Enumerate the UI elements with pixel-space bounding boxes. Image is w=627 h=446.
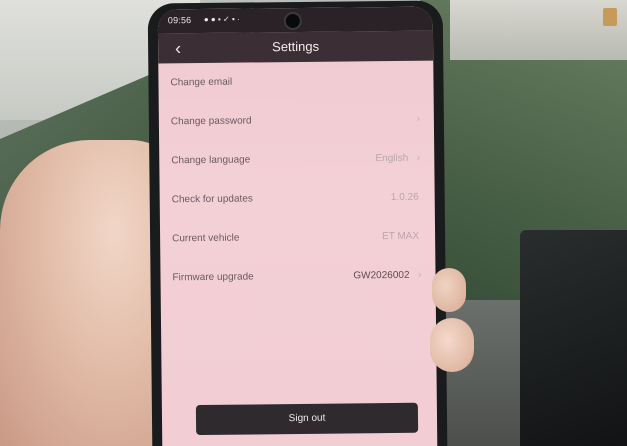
phone-screen: 09:56 ● ● ▪ ✓ ▪ · ‹ Settings Change emai… [157, 6, 438, 446]
status-time: 09:56 [167, 15, 192, 26]
settings-item-label: Change email [170, 76, 233, 89]
settings-item-value: GW2026002 [353, 269, 410, 282]
settings-item-check-updates[interactable]: Check for updates 1.0.26 [160, 178, 435, 220]
phone: 09:56 ● ● ▪ ✓ ▪ · ‹ Settings Change emai… [147, 0, 448, 446]
settings-item-label: Current vehicle [172, 232, 240, 245]
settings-item-change-language[interactable]: Change language English › [159, 139, 434, 181]
chevron-right-icon: › [416, 112, 420, 125]
settings-item-value: 1.0.26 [390, 191, 419, 204]
settings-item-current-vehicle[interactable]: Current vehicle ET MAX [160, 217, 435, 259]
background-tag [603, 8, 617, 26]
settings-item-value: English [375, 152, 409, 165]
settings-item-value: ET MAX [382, 230, 420, 243]
notification-icons: ● ● ▪ ✓ ▪ · [203, 14, 240, 24]
photo-scene: 09:56 ● ● ▪ ✓ ▪ · ‹ Settings Change emai… [0, 0, 627, 446]
settings-item-change-email[interactable]: Change email [158, 61, 433, 103]
settings-item-label: Check for updates [171, 193, 253, 206]
finger [430, 318, 474, 372]
status-bar: 09:56 ● ● ▪ ✓ ▪ · [157, 6, 433, 34]
settings-item-change-password[interactable]: Change password › [159, 100, 434, 142]
sign-out-button[interactable]: Sign out [195, 402, 419, 436]
settings-item-firmware-upgrade[interactable]: Firmware upgrade GW2026002 › [160, 256, 435, 298]
settings-list: Change email Change password › Change la… [158, 61, 435, 298]
front-camera-icon [283, 11, 302, 31]
finger [432, 268, 466, 312]
settings-item-label: Firmware upgrade [172, 271, 254, 284]
page-title: Settings [272, 38, 320, 55]
settings-item-label: Change language [171, 154, 251, 167]
nav-bar: ‹ Settings [157, 30, 434, 64]
chevron-right-icon: › [416, 151, 421, 164]
settings-item-label: Change password [170, 115, 252, 128]
chevron-right-icon: › [417, 268, 422, 281]
background-dark-device [520, 230, 627, 446]
background-wall-right [450, 0, 627, 60]
